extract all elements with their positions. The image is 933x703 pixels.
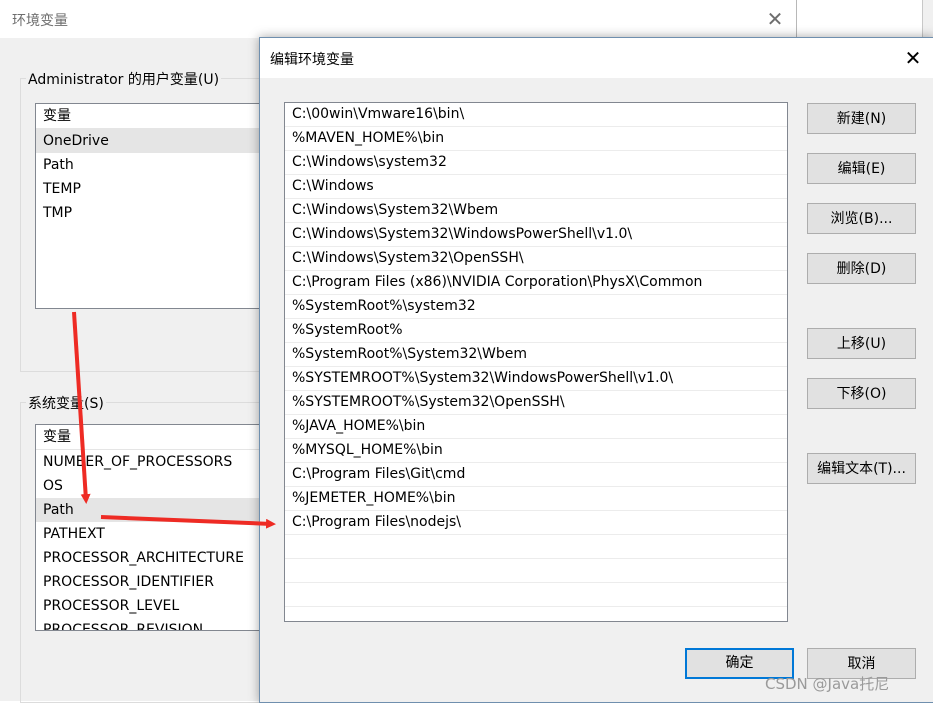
column-header-variable[interactable]: 变量 bbox=[36, 425, 276, 450]
dialog-title: 编辑环境变量 bbox=[270, 52, 354, 68]
system-variable-row[interactable]: NUMBER_OF_PROCESSORS bbox=[36, 450, 276, 474]
watermark: CSDN @Java托尼 bbox=[765, 675, 890, 693]
path-entry-row[interactable]: C:\Program Files\Git\cmd bbox=[285, 463, 787, 487]
system-variable-row[interactable]: PROCESSOR_REVISION bbox=[36, 618, 276, 630]
user-variable-row[interactable]: Path bbox=[36, 153, 276, 177]
empty-path-row bbox=[285, 583, 787, 607]
user-variables-label: Administrator 的用户变量(U) bbox=[26, 69, 222, 89]
edit-button[interactable]: 编辑(E) bbox=[807, 153, 916, 184]
path-entry-row[interactable]: %SystemRoot% bbox=[285, 319, 787, 343]
path-entry-row[interactable]: C:\Program Files (x86)\NVIDIA Corporatio… bbox=[285, 271, 787, 295]
move-up-button[interactable]: 上移(U) bbox=[807, 328, 916, 359]
path-entry-row[interactable]: %JEMETER_HOME%\bin bbox=[285, 487, 787, 511]
edit-environment-variable-dialog: 编辑环境变量 ✕ C:\00win\Vmware16\bin\ %MAVEN_HO… bbox=[259, 37, 933, 703]
user-variable-row[interactable]: TEMP bbox=[36, 177, 276, 201]
new-button[interactable]: 新建(N) bbox=[807, 103, 916, 134]
path-entry-row[interactable]: C:\Windows\System32\OpenSSH\ bbox=[285, 247, 787, 271]
path-entries-list[interactable]: C:\00win\Vmware16\bin\ %MAVEN_HOME%\bin C:… bbox=[284, 102, 788, 622]
system-variable-row[interactable]: OS bbox=[36, 474, 276, 498]
system-variable-row[interactable]: PROCESSOR_IDENTIFIER bbox=[36, 570, 276, 594]
path-entry-row[interactable]: %JAVA_HOME%\bin bbox=[285, 415, 787, 439]
path-entry-row[interactable]: C:\Windows\System32\Wbem bbox=[285, 199, 787, 223]
path-entry-row[interactable]: %MAVEN_HOME%\bin bbox=[285, 127, 787, 151]
system-variable-row[interactable]: PATHEXT bbox=[36, 522, 276, 546]
path-entry-row[interactable]: C:\Windows\system32 bbox=[285, 151, 787, 175]
edit-text-button[interactable]: 编辑文本(T)... bbox=[807, 453, 916, 484]
path-entry-row[interactable]: %SYSTEMROOT%\System32\WindowsPowerShell\… bbox=[285, 367, 787, 391]
close-icon[interactable]: ✕ bbox=[760, 4, 790, 34]
close-icon[interactable]: ✕ bbox=[898, 43, 928, 73]
user-variables-list[interactable]: 变量 OneDrive Path TEMP TMP bbox=[35, 103, 277, 309]
dialog-title-bar: 编辑环境变量 ✕ bbox=[260, 38, 933, 78]
browse-button[interactable]: 浏览(B)... bbox=[807, 203, 916, 234]
path-entry-row[interactable]: %SystemRoot%\System32\Wbem bbox=[285, 343, 787, 367]
system-variable-row[interactable]: PROCESSOR_LEVEL bbox=[36, 594, 276, 618]
empty-path-row bbox=[285, 535, 787, 559]
path-entry-row[interactable]: C:\Windows bbox=[285, 175, 787, 199]
path-entry-row[interactable]: C:\00win\Vmware16\bin\ bbox=[285, 103, 787, 127]
move-down-button[interactable]: 下移(O) bbox=[807, 378, 916, 409]
window-title: 环境变量 bbox=[12, 13, 68, 29]
user-variable-row[interactable]: TMP bbox=[36, 201, 276, 225]
path-entry-row[interactable]: %SystemRoot%\system32 bbox=[285, 295, 787, 319]
path-entry-row[interactable]: C:\Program Files\nodejs\ bbox=[285, 511, 787, 535]
system-variable-row[interactable]: Path bbox=[36, 498, 276, 522]
column-header-variable[interactable]: 变量 bbox=[36, 104, 276, 129]
system-variables-label: 系统变量(S) bbox=[26, 393, 106, 413]
delete-button[interactable]: 删除(D) bbox=[807, 253, 916, 284]
path-entry-row[interactable]: %SYSTEMROOT%\System32\OpenSSH\ bbox=[285, 391, 787, 415]
path-entry-row[interactable]: %MYSQL_HOME%\bin bbox=[285, 439, 787, 463]
system-variable-row[interactable]: PROCESSOR_ARCHITECTURE bbox=[36, 546, 276, 570]
window-title-bar: 环境变量 ✕ bbox=[0, 0, 796, 38]
empty-path-row bbox=[285, 607, 787, 621]
empty-path-row bbox=[285, 559, 787, 583]
system-variables-list[interactable]: 变量 NUMBER_OF_PROCESSORS OS Path PATHEXT PROC… bbox=[35, 424, 277, 631]
user-variable-row[interactable]: OneDrive bbox=[36, 129, 276, 153]
path-entry-row[interactable]: C:\Windows\System32\WindowsPowerShell\v1… bbox=[285, 223, 787, 247]
